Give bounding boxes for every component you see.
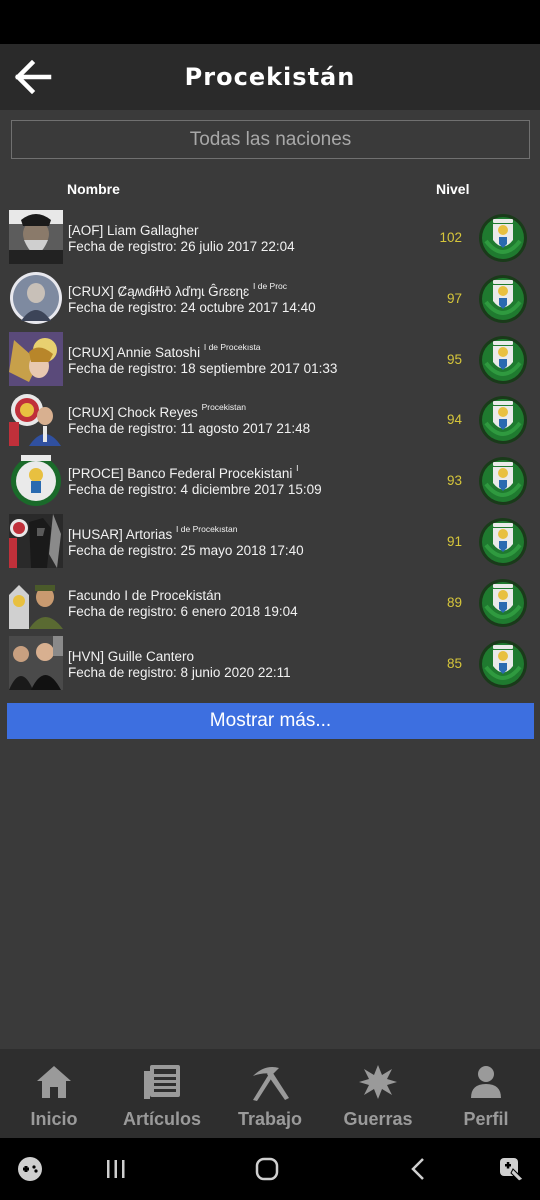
home-icon [33, 1061, 75, 1103]
member-level: 91 [446, 533, 462, 549]
member-registration-date: Fecha de registro: 25 mayo 2018 17:40 [68, 542, 304, 558]
bearded-man-avatar [9, 210, 63, 264]
member-registration-date: Fecha de registro: 26 julio 2017 22:04 [68, 239, 295, 254]
home-system-button[interactable] [252, 1154, 282, 1184]
nav-label: Inicio [30, 1109, 78, 1129]
member-level: 94 [446, 412, 462, 428]
soldier-avatar [9, 574, 63, 629]
newspaper-icon [141, 1061, 183, 1103]
status-bar [0, 0, 540, 44]
bottom-navigation: Inicio Artículos Trabajo Guerras Perfil [0, 1049, 540, 1138]
gamepad-icon [18, 1157, 42, 1181]
member-name: [CRUX] Ȼąʍɗɨɫɫō λďɱɩ Ĝɾɛɛɳɛ [68, 283, 250, 299]
nav-label: Artículos [122, 1109, 201, 1129]
member-name-suffix: I de Procekısta [203, 341, 261, 352]
member-row[interactable]: [CRUX] Ȼąʍɗɨɫɫō λďɱɩ Ĝɾɛɛɳɛ I de Proc Fe… [0, 268, 540, 329]
member-level: 85 [446, 655, 462, 671]
member-name: [AOF] Liam Gallagher [68, 223, 199, 238]
bank-emblem-avatar [9, 453, 63, 508]
nav-label: Perfil [463, 1109, 509, 1129]
recent-apps-icon [107, 1160, 125, 1178]
anime-avatar [9, 331, 63, 386]
show-more-button[interactable]: Mostrar más... [7, 703, 534, 739]
nation-emblem-icon [478, 639, 528, 689]
suit-man-avatar [9, 392, 63, 447]
member-name: Facundo I de Procekistán [68, 587, 222, 603]
nav-label: Trabajo [237, 1109, 303, 1129]
member-name-suffix: Procekistan [201, 402, 246, 413]
nav-item-inicio[interactable]: Inicio [0, 1049, 108, 1138]
game-tools-button[interactable] [496, 1154, 526, 1184]
member-name: [CRUX] Annie Satoshi [68, 344, 201, 360]
member-row[interactable]: [HVN] Guille Cantero Fecha de registro: … [0, 633, 540, 694]
nation-emblem-icon [478, 395, 528, 445]
member-registration-date: Fecha de registro: 8 junio 2020 22:11 [68, 664, 291, 680]
nation-emblem-icon [478, 456, 528, 506]
member-level: 102 [439, 230, 462, 245]
nation-emblem-icon [478, 213, 528, 263]
member-name-suffix: I de Procekıstan [176, 523, 238, 534]
game-launcher-button[interactable] [15, 1154, 45, 1184]
explosion-icon [357, 1061, 399, 1103]
page-title: Procekistán [184, 63, 356, 91]
member-registration-date: Fecha de registro: 11 agosto 2017 21:48 [68, 421, 311, 437]
member-name: [PROCE] Banco Federal Procekistani [68, 466, 293, 482]
nav-item-guerras[interactable]: Guerras [324, 1049, 432, 1138]
nation-emblem-icon [478, 578, 528, 628]
column-header-level: Nivel [436, 181, 470, 197]
nation-emblem-icon [478, 335, 528, 385]
system-navigation-bar [0, 1138, 540, 1200]
member-name-suffix: I [296, 463, 299, 474]
member-registration-date: Fecha de registro: 18 septiembre 2017 01… [68, 360, 338, 376]
knight-avatar [9, 513, 63, 568]
member-name: [CRUX] Chock Reyes [68, 405, 198, 421]
person-icon [465, 1061, 507, 1103]
nav-item-trabajo[interactable]: Trabajo [216, 1049, 324, 1138]
home-circle-icon [255, 1157, 279, 1181]
back-arrow-icon [14, 60, 52, 94]
member-registration-date: Fecha de registro: 24 octubre 2017 14:40 [68, 299, 316, 315]
member-level: 93 [446, 473, 462, 489]
nation-emblem-icon [478, 274, 528, 324]
chevron-left-icon [411, 1158, 424, 1180]
pickaxe-icon [249, 1061, 291, 1103]
recent-apps-button[interactable] [101, 1154, 131, 1184]
member-row[interactable]: [PROCE] Banco Federal Procekistani I Fec… [0, 450, 540, 511]
member-level: 89 [446, 594, 462, 610]
member-registration-date: Fecha de registro: 6 enero 2018 19:04 [68, 603, 298, 619]
member-level: 97 [446, 290, 462, 306]
app-header: Procekistán [0, 44, 540, 110]
member-row[interactable]: Facundo I de Procekistán Fecha de regist… [0, 572, 540, 633]
member-name-suffix: I de Proc [253, 280, 288, 291]
crowd-avatar [9, 635, 63, 690]
game-tools-icon [500, 1158, 524, 1182]
nav-item-perfil[interactable]: Perfil [432, 1049, 540, 1138]
member-name: [HUSAR] Artorias [68, 526, 173, 542]
back-button[interactable] [12, 56, 54, 98]
member-row[interactable]: [HUSAR] Artorias I de Procekıstan Fecha … [0, 511, 540, 572]
nav-label: Guerras [343, 1109, 413, 1129]
member-level: 95 [446, 351, 462, 367]
member-row[interactable]: [CRUX] Chock Reyes Procekistan Fecha de … [0, 389, 540, 450]
nav-item-articulos[interactable]: Artículos [108, 1049, 216, 1138]
member-registration-date: Fecha de registro: 4 diciembre 2017 15:0… [68, 482, 322, 498]
portrait-avatar [9, 270, 63, 325]
member-row[interactable]: [AOF] Liam Gallagher Fecha de registro: … [0, 207, 540, 268]
member-row[interactable]: [CRUX] Annie Satoshi I de Procekısta Fec… [0, 329, 540, 390]
member-name: [HVN] Guille Cantero [68, 648, 195, 664]
back-system-button[interactable] [404, 1154, 434, 1184]
member-list: [AOF] Liam Gallagher Fecha de registro: … [0, 207, 540, 693]
column-header-name: Nombre [67, 181, 120, 197]
nation-filter-select[interactable]: Todas las naciones [11, 120, 530, 159]
nation-emblem-icon [478, 517, 528, 567]
